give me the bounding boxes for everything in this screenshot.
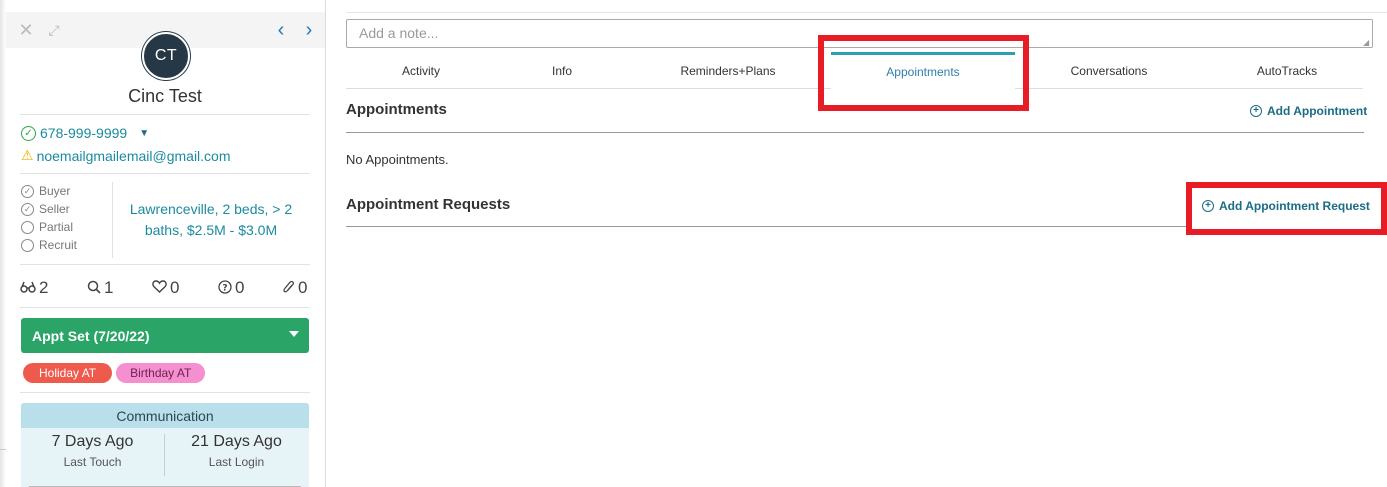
last-touch-value: 7 Days Ago [51,433,134,450]
tab-reminders-plans[interactable]: Reminders+Plans [628,52,828,89]
chevron-left-icon[interactable]: ‹ [271,19,291,41]
highlight-box-tab [818,35,1029,111]
warning-icon: ⚠ [21,147,34,163]
avatar: CT [142,32,190,80]
divider [346,226,1186,227]
divider [20,173,310,174]
tab-autotracks[interactable]: AutoTracks [1202,52,1372,89]
appointments-title: Appointments [346,101,447,118]
paperclip-icon [283,280,295,297]
search-summary-link[interactable]: Lawrenceville, 2 beds, > 2 baths, $2.5M … [120,199,302,241]
last-touch-label: Last Touch [63,455,122,469]
role-label: Partial [39,220,74,234]
role-partial[interactable]: Partial [21,218,77,236]
stat-attachments-count: 0 [298,278,308,297]
stat-questions-count: 0 [235,278,245,297]
stat-questions[interactable]: ? 0 [218,278,244,298]
tag-birthday[interactable]: Birthday AT [116,363,206,383]
communication-panel: Communication 7 Days Ago Last Touch 21 D… [21,403,309,487]
lead-sidebar: ✕ ⤢ ‹ › CT Cinc Test ✓ 678-999-9999 ▼ ⚠ … [0,0,326,487]
role-recruit[interactable]: Recruit [21,236,77,254]
divider [346,132,1364,133]
tag-holiday[interactable]: Holiday AT [23,363,113,383]
chevron-down-icon [289,331,299,337]
sidebar-shadow [0,0,6,487]
empty-appointments-text: No Appointments. [346,152,449,167]
last-login-value: 21 Days Ago [191,433,282,450]
phone-row[interactable]: ✓ 678-999-9999 ▼ [21,125,149,141]
role-list: ✓ Buyer ✓ Seller Partial Recruit [21,182,77,254]
question-circle-icon: ? [218,279,232,297]
phone-number[interactable]: 678-999-9999 [40,125,127,141]
check-circle-icon[interactable]: ✓ [21,202,34,216]
empty-circle-icon[interactable] [21,238,34,252]
stat-views[interactable]: 2 [20,278,48,298]
email-address[interactable]: noemailgmailemail@gmail.com [37,148,231,164]
tab-activity[interactable]: Activity [346,52,496,89]
divider [20,114,310,115]
plus-circle-icon: + [1250,105,1262,117]
add-appointment-request-label: Add Appointment Request [1219,199,1370,213]
resize-grip-icon[interactable]: ◢ [1363,38,1371,47]
add-appointment-button[interactable]: + Add Appointment [1250,104,1367,118]
heart-icon [152,280,167,296]
role-label: Recruit [39,238,78,252]
tag-list: Holiday AT Birthday AT [23,363,206,383]
appointment-requests-title: Appointment Requests [346,196,511,213]
main-content: ◢ Activity Info Reminders+Plans Appointm… [327,0,1387,487]
check-circle-icon: ✓ [21,125,36,141]
divider [20,392,310,393]
divider [20,264,310,265]
add-appointment-request-button[interactable]: + Add Appointment Request [1202,199,1370,213]
svg-text:?: ? [222,283,227,293]
empty-circle-icon[interactable] [21,220,34,234]
stat-attachments[interactable]: 0 [283,278,307,298]
status-label: Appt Set (7/20/22) [32,327,150,344]
tab-info[interactable]: Info [496,52,628,89]
tab-conversations[interactable]: Conversations [1016,52,1202,89]
communication-title: Communication [21,403,309,428]
plus-circle-icon: + [1202,200,1214,212]
expand-icon[interactable]: ⤢ [44,20,64,40]
divider [347,12,1387,13]
stat-searches[interactable]: 1 [87,278,113,298]
chevron-down-icon[interactable]: ▼ [139,128,149,139]
check-circle-icon[interactable]: ✓ [21,184,34,198]
stat-favorites[interactable]: 0 [152,278,179,298]
role-label: Buyer [39,184,71,198]
status-dropdown[interactable]: Appt Set (7/20/22) [21,318,309,353]
sidebar-edge [0,449,6,487]
stat-favorites-count: 0 [170,278,180,297]
role-buyer[interactable]: ✓ Buyer [21,182,77,200]
email-row[interactable]: ⚠ noemailgmailemail@gmail.com [21,147,231,164]
last-login-label: Last Login [208,455,265,469]
divider [112,182,113,258]
add-appointment-label: Add Appointment [1267,104,1368,118]
divider [20,307,310,308]
role-label: Seller [39,202,70,216]
search-icon [87,280,101,297]
close-icon[interactable]: ✕ [16,20,36,40]
lead-name: Cinc Test [128,86,202,106]
chevron-right-icon[interactable]: › [299,19,319,41]
last-login: 21 Days Ago Last Login [165,433,308,469]
last-touch: 7 Days Ago Last Touch [21,433,164,469]
stats-row: 2 1 0 ? 0 0 [20,278,310,298]
stat-searches-count: 1 [104,278,114,297]
role-seller[interactable]: ✓ Seller [21,200,77,218]
stat-views-count: 2 [39,278,49,297]
binoculars-icon [20,280,36,296]
